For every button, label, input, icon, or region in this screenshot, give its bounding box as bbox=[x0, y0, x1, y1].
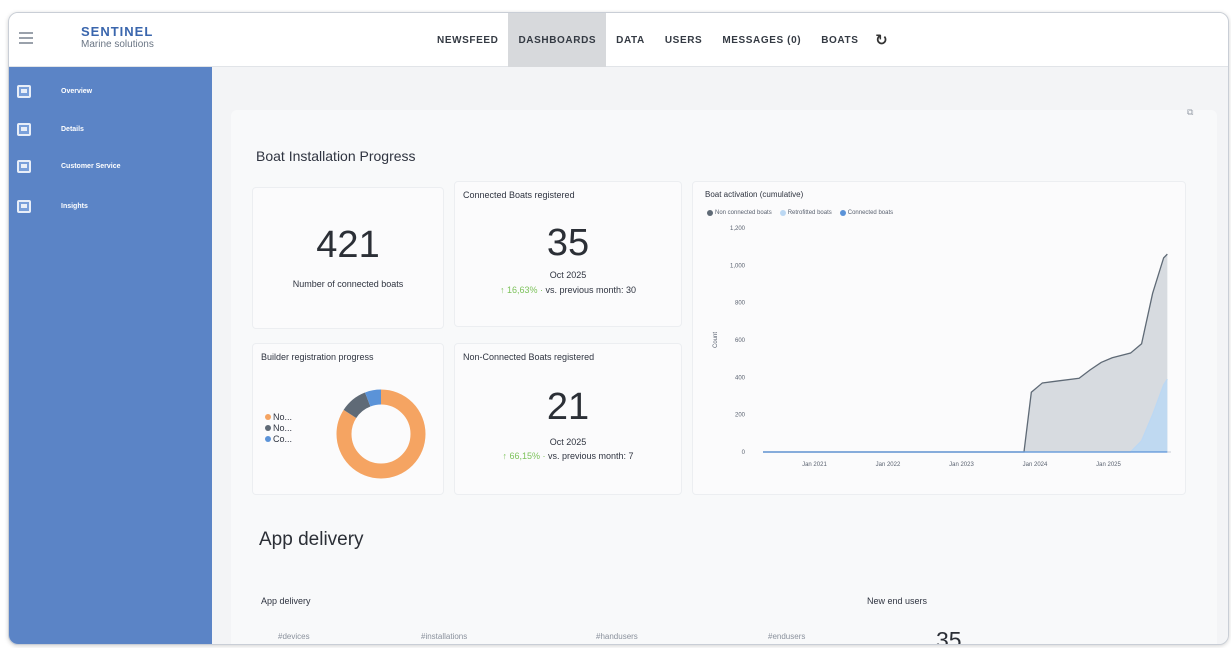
section-title: Boat Installation Progress bbox=[256, 148, 416, 164]
legend-item: Co... bbox=[265, 434, 292, 444]
x-tick-label: Jan 2024 bbox=[1023, 462, 1048, 468]
connected-registered-value: 35 bbox=[546, 222, 590, 264]
y-tick-label: 800 bbox=[735, 301, 746, 307]
delta-comparison: vs. previous month: 30 bbox=[545, 285, 637, 295]
browser-window: SENTINEL Marine solutions NEWSFEED DASHB… bbox=[8, 12, 1229, 645]
tab-newsfeed[interactable]: NEWSFEED bbox=[427, 13, 508, 67]
sidebar-item-label: Details bbox=[61, 125, 84, 133]
builder-registration-tile: Builder registration progress No... No..… bbox=[252, 343, 444, 495]
boat-activation-tile: Boat activation (cumulative) Non connect… bbox=[692, 181, 1186, 495]
refresh-icon[interactable]: ↻ bbox=[868, 13, 894, 67]
y-tick-label: 1,200 bbox=[730, 226, 746, 232]
monitor-icon bbox=[17, 84, 31, 98]
x-tick-label: Jan 2022 bbox=[876, 462, 901, 468]
app-delivery-tile: App delivery #devices #installations #ha… bbox=[256, 579, 846, 644]
brand-subtitle: Marine solutions bbox=[81, 39, 154, 50]
app-root: SENTINEL Marine solutions NEWSFEED DASHB… bbox=[0, 0, 1231, 648]
y-axis-label: Count bbox=[713, 332, 719, 348]
connected-total-tile: 421 Number of connected boats bbox=[252, 187, 444, 329]
y-tick-label: 1,000 bbox=[730, 263, 746, 269]
monitor-icon bbox=[17, 159, 31, 173]
legend-item: No... bbox=[265, 412, 292, 422]
x-tick-label: Jan 2021 bbox=[802, 462, 827, 468]
tab-messages[interactable]: MESSAGES (0) bbox=[712, 13, 811, 67]
delta-comparison: vs. previous month: 7 bbox=[548, 451, 634, 461]
app-delivery-column: #handusers bbox=[596, 632, 638, 641]
app-delivery-column: #installations bbox=[421, 632, 468, 641]
y-tick-label: 200 bbox=[735, 413, 746, 419]
connected-total-value: 421 bbox=[316, 224, 380, 266]
hamburger-menu-icon[interactable] bbox=[19, 32, 33, 46]
tile-title: Connected Boats registered bbox=[463, 190, 575, 200]
app-delivery-column: #endusers bbox=[768, 632, 806, 641]
y-tick-label: 600 bbox=[735, 338, 746, 344]
tab-boats[interactable]: BOATS bbox=[811, 13, 868, 67]
sidebar-item-overview[interactable]: Overview bbox=[9, 81, 212, 101]
connected-registered-delta: ↑ 16,63% · vs. previous month: 30 bbox=[499, 285, 637, 295]
top-bar: SENTINEL Marine solutions NEWSFEED DASHB… bbox=[9, 13, 1228, 67]
delta-percent: 16,63% bbox=[506, 285, 538, 295]
tab-dashboards[interactable]: DASHBOARDS bbox=[508, 13, 607, 67]
sidebar-item-customer-service[interactable]: Customer Service bbox=[9, 156, 212, 176]
main-content: ⧉ Boat Installation Progress 421 Number … bbox=[212, 67, 1228, 645]
tile-title: Builder registration progress bbox=[261, 352, 374, 362]
up-arrow-icon: ↑ bbox=[499, 285, 505, 295]
nonconnected-registered-value: 21 bbox=[546, 386, 590, 428]
brand-logo[interactable]: SENTINEL Marine solutions bbox=[81, 25, 154, 51]
new-end-users-title: New end users bbox=[867, 596, 928, 606]
tab-users[interactable]: USERS bbox=[655, 13, 712, 67]
sidebar: Overview Details Customer Service Insigh… bbox=[9, 67, 212, 644]
boat-activation-chart: 0 200 400 600 800 1,000 1,200 Count Jan 2021 Jan … bbox=[713, 226, 1171, 468]
builder-donut-chart bbox=[336, 389, 426, 479]
monitor-icon bbox=[17, 199, 31, 213]
sidebar-item-details[interactable]: Details bbox=[9, 119, 212, 139]
brand-name: SENTINEL bbox=[81, 24, 154, 39]
delta-percent: 66,15% bbox=[509, 451, 540, 461]
tab-data[interactable]: DATA bbox=[606, 13, 655, 67]
tile-title: App delivery bbox=[261, 596, 311, 606]
nonconnected-registered-tile: Non-Connected Boats registered 21 Oct 20… bbox=[454, 343, 682, 495]
x-tick-label: Jan 2023 bbox=[949, 462, 974, 468]
app-delivery-column: #devices bbox=[278, 632, 310, 641]
options-icon[interactable]: ⧉ bbox=[1187, 107, 1193, 118]
nonconnected-registered-delta: ↑ 66,15% · vs. previous month: 7 bbox=[502, 451, 634, 461]
monitor-icon bbox=[17, 122, 31, 136]
sidebar-item-insights[interactable]: Insights bbox=[9, 196, 212, 216]
y-tick-label: 400 bbox=[735, 375, 746, 381]
connected-registered-tile: Connected Boats registered 35 Oct 2025 ↑… bbox=[454, 181, 682, 327]
new-end-users-value: 35 bbox=[936, 627, 962, 645]
nonconnected-registered-period: Oct 2025 bbox=[549, 437, 587, 447]
tile-title: Non-Connected Boats registered bbox=[463, 352, 595, 362]
sidebar-item-label: Insights bbox=[61, 202, 88, 210]
area-series-fill bbox=[763, 254, 1168, 452]
legend-item: No... bbox=[265, 423, 292, 433]
x-tick-label: Jan 2025 bbox=[1096, 462, 1121, 468]
app-delivery-heading: App delivery bbox=[259, 529, 364, 550]
connected-total-label: Number of connected boats bbox=[292, 279, 404, 289]
y-tick-label: 0 bbox=[742, 450, 746, 456]
sidebar-item-label: Customer Service bbox=[61, 162, 121, 170]
up-arrow-icon: ↑ bbox=[502, 451, 507, 461]
connected-registered-period: Oct 2025 bbox=[549, 270, 587, 280]
sidebar-item-label: Overview bbox=[61, 87, 93, 95]
main-nav: NEWSFEED DASHBOARDS DATA USERS MESSAGES … bbox=[427, 13, 894, 67]
